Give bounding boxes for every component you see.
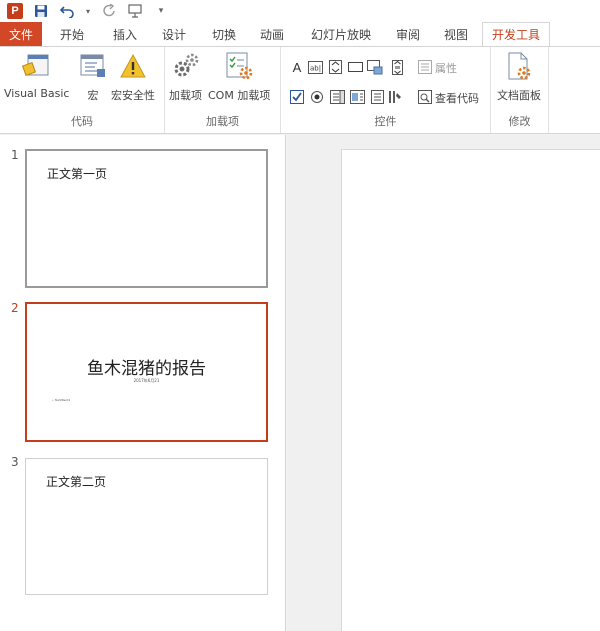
slide-thumbnail-2[interactable]: 鱼木混猪的报告 2017年6月21 • Text/Rect1 — [25, 302, 268, 442]
undo-icon[interactable] — [58, 2, 76, 20]
tab-view[interactable]: 视图 — [430, 22, 482, 46]
document-panel-icon — [504, 51, 534, 81]
addins-group: 加载项 COM 加载项 加载项 — [165, 47, 281, 133]
tab-file[interactable]: 文件 — [0, 22, 42, 46]
tab-review[interactable]: 审阅 — [386, 22, 430, 46]
svg-text:ab|: ab| — [310, 64, 321, 72]
textbox-control-icon[interactable]: ab| — [307, 59, 323, 75]
powerpoint-window: P ▾ ▾ 文件 开始 插入 设计 切换 动画 幻灯片放映 审阅 视图 开发工具 — [0, 0, 600, 631]
label-control-icon[interactable]: A — [289, 59, 305, 75]
properties-icon[interactable] — [417, 59, 433, 75]
image-control-icon[interactable] — [367, 59, 383, 75]
tab-transitions[interactable]: 切换 — [200, 22, 248, 46]
slide-text: 正文第二页 — [46, 475, 107, 489]
tab-slideshow[interactable]: 幻灯片放映 — [296, 22, 386, 46]
macro-button[interactable]: 宏 — [78, 51, 108, 103]
tab-animations[interactable]: 动画 — [248, 22, 296, 46]
slide-canvas[interactable] — [341, 149, 600, 631]
checkbox-control-icon[interactable] — [289, 89, 305, 105]
redo-icon[interactable] — [100, 2, 118, 20]
macro-security-button[interactable]: 宏安全性 — [111, 51, 155, 103]
code-group: Visual Basic 宏 宏安全性 代码 — [0, 47, 165, 133]
view-code-icon[interactable] — [417, 89, 433, 105]
slide-thumbnail-3[interactable]: 正文第二页 — [25, 458, 268, 595]
properties-label[interactable]: 属性 — [435, 60, 457, 76]
com-addins-icon — [224, 51, 254, 81]
warning-icon — [118, 51, 148, 81]
slide-subtitle: 2017年6月21 — [133, 378, 160, 383]
command-button-control-icon[interactable] — [347, 59, 363, 75]
gears-icon — [171, 51, 201, 81]
slide-number: 3 — [11, 455, 19, 469]
ribbon: Visual Basic 宏 宏安全性 代码 加载项 COM 加载项 加载项 A… — [0, 46, 600, 134]
slide-thumbnail-1[interactable]: 正文第一页 — [25, 149, 268, 288]
option-button-control-icon[interactable] — [309, 89, 325, 105]
view-code-label[interactable]: 查看代码 — [435, 90, 479, 106]
document-panel-button[interactable]: 文档面板 — [497, 51, 541, 103]
spin-button-control-icon[interactable] — [327, 59, 343, 75]
slide-editor-area — [287, 135, 600, 631]
listbox-control-icon[interactable] — [349, 89, 365, 105]
code-group-label: 代码 — [71, 115, 93, 128]
slide-title: 鱼木混猪的报告 — [87, 359, 206, 379]
ribbon-tabs: 文件 开始 插入 设计 切换 动画 幻灯片放映 审阅 视图 开发工具 — [0, 22, 600, 46]
start-slideshow-icon[interactable] — [126, 2, 144, 20]
slide-bullet: • Text/Rect1 — [52, 398, 71, 402]
more-controls-icon[interactable] — [387, 89, 403, 105]
slide-thumbnail-panel[interactable]: 1 正文第一页 2 鱼木混猪的报告 2017年6月21 • Text/Rect1… — [0, 135, 286, 631]
controls-group-label: 控件 — [374, 115, 397, 128]
addins-group-label: 加载项 — [206, 115, 239, 128]
slide-number: 1 — [11, 148, 19, 162]
tab-home[interactable]: 开始 — [42, 22, 102, 46]
macro-icon — [78, 51, 108, 81]
undo-dropdown-icon[interactable]: ▾ — [84, 2, 92, 20]
visual-basic-icon — [21, 51, 52, 81]
modify-group: 文档面板 修改 — [491, 47, 549, 133]
modify-group-label: 修改 — [508, 115, 531, 128]
tab-developer[interactable]: 开发工具 — [482, 22, 550, 46]
customize-toolbar-icon[interactable]: ▾ — [152, 2, 170, 20]
powerpoint-logo-icon[interactable]: P — [6, 2, 24, 20]
slide-text: 正文第一页 — [47, 167, 108, 181]
slide-number: 2 — [11, 301, 19, 315]
save-icon[interactable] — [32, 2, 50, 20]
tab-design[interactable]: 设计 — [148, 22, 200, 46]
toggle-button-control-icon[interactable] — [369, 89, 385, 105]
com-addins-button[interactable]: COM 加载项 — [208, 51, 270, 103]
visual-basic-button[interactable]: Visual Basic — [4, 51, 69, 100]
scrollbar-control-icon[interactable] — [389, 59, 405, 75]
tab-insert[interactable]: 插入 — [102, 22, 148, 46]
quick-access-toolbar: P ▾ ▾ — [0, 0, 600, 22]
controls-group: A ab| 属性 查看代码 控件 — [281, 47, 491, 133]
combobox-control-icon[interactable] — [329, 89, 345, 105]
addins-button[interactable]: 加载项 — [169, 51, 202, 103]
